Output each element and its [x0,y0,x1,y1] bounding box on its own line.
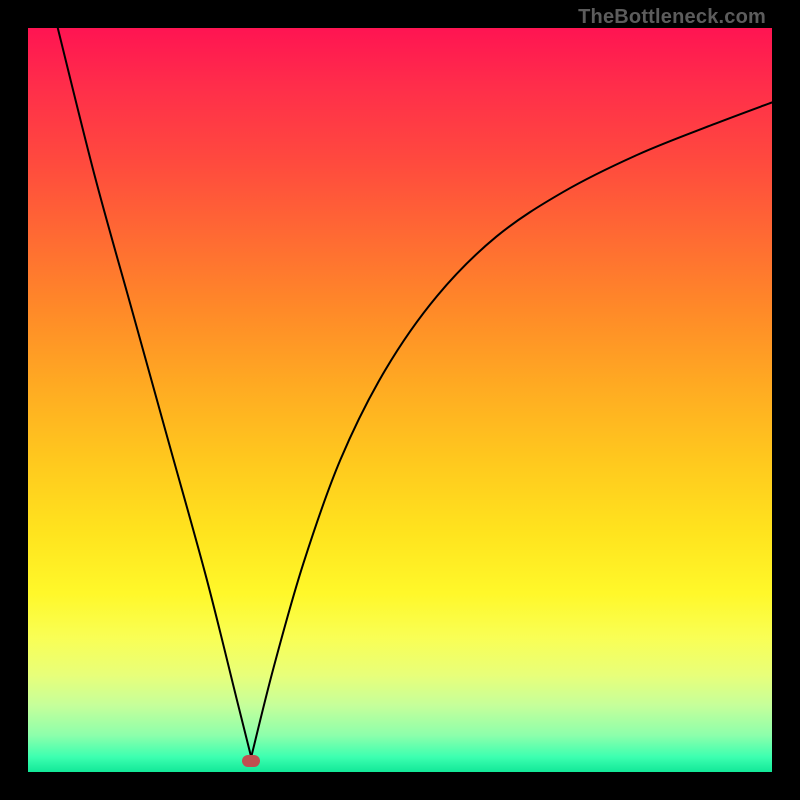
curve-left [58,28,251,757]
curve-svg [28,28,772,772]
curve-right [251,102,772,757]
plot-area [28,28,772,772]
bottleneck-marker [242,755,260,767]
watermark-text: TheBottleneck.com [578,6,766,29]
chart-frame: TheBottleneck.com [0,0,800,800]
